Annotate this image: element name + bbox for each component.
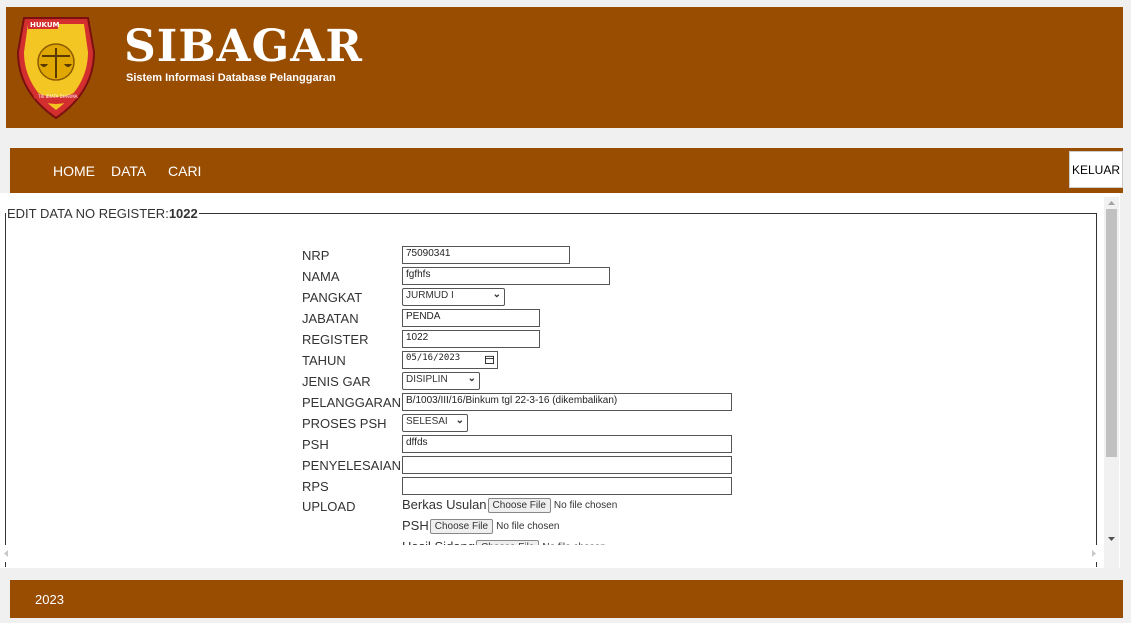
scroll-up-icon[interactable] (1104, 197, 1119, 209)
nama-label: NAMA (302, 269, 340, 284)
jenis-gar-label: JENIS GAR (302, 374, 371, 389)
footer: 2023 (10, 580, 1123, 618)
register-number: 1022 (168, 206, 198, 221)
rps-input[interactable] (402, 477, 732, 495)
tahun-date-input[interactable]: 05/16/2023 (402, 351, 498, 369)
register-label: REGISTER (302, 332, 369, 347)
nav-cari[interactable]: CARI (168, 163, 201, 179)
logo-top-text: HUKUM (30, 21, 60, 29)
chevron-down-icon: ⌄ (492, 289, 501, 300)
rps-label: RPS (302, 479, 329, 494)
proses-psh-select[interactable]: SELESAI ⌄ (402, 414, 468, 432)
edit-fieldset: EDIT DATA NO REGISTER:1022 NRP 75090341 … (5, 206, 1097, 567)
jabatan-input[interactable]: PENDA (402, 309, 540, 327)
vertical-scrollbar[interactable] (1104, 197, 1119, 568)
proses-psh-value: SELESAI (406, 416, 448, 427)
pelanggaran-input[interactable]: B/1003/III/16/Binkum tgl 22-3-16 (dikemb… (402, 393, 732, 411)
content-frame: EDIT DATA NO REGISTER:1022 NRP 75090341 … (0, 193, 1120, 568)
vertical-scroll-thumb[interactable] (1106, 209, 1117, 457)
chevron-down-icon: ⌄ (467, 373, 476, 384)
register-input[interactable]: 1022 (402, 330, 540, 348)
proses-psh-label: PROSES PSH (302, 416, 387, 431)
nav-home[interactable]: HOME (53, 163, 95, 179)
footer-year: 2023 (35, 592, 64, 607)
scroll-left-icon[interactable] (0, 545, 12, 562)
calendar-icon[interactable] (485, 355, 494, 364)
logout-button[interactable]: KELUAR (1069, 151, 1123, 188)
pangkat-select[interactable]: JURMUD I ⌄ (402, 288, 505, 306)
chevron-down-icon: ⌄ (455, 415, 464, 426)
choose-file-button[interactable]: Choose File (487, 498, 551, 514)
nama-input[interactable]: fgfhfs (402, 267, 610, 285)
jenis-gar-select[interactable]: DISIPLIN ⌄ (402, 372, 480, 390)
upload-berkas-usulan: Berkas Usulan Choose File No file chosen (402, 497, 618, 514)
header: HUKUM TRI BRATA DHARMA SIBAGAR Sistem In… (6, 7, 1123, 128)
upload-psh: PSH Choose File No file chosen (402, 518, 560, 535)
choose-file-button[interactable]: Choose File (429, 519, 494, 535)
horizontal-scrollbar[interactable] (0, 545, 1104, 562)
nrp-label: NRP (302, 248, 330, 263)
logo: HUKUM TRI BRATA DHARMA (16, 17, 96, 120)
upload-label: UPLOAD (302, 499, 356, 514)
app-title: SIBAGAR (124, 21, 363, 72)
penyelesaian-label: PENYELESAIAN (302, 458, 401, 473)
logo-bottom-text: TRI BRATA DHARMA (37, 94, 78, 99)
tahun-value: 05/16/2023 (406, 353, 461, 363)
scroll-down-icon[interactable] (1104, 533, 1119, 545)
pelanggaran-label: PELANGGARAN (302, 395, 401, 410)
nrp-input[interactable]: 75090341 (402, 246, 570, 264)
psh-input[interactable]: dffds (402, 435, 732, 453)
upload-item-label: Berkas Usulan (402, 497, 487, 512)
file-status: No file chosen (496, 521, 560, 533)
scroll-right-icon[interactable] (1088, 545, 1100, 562)
penyelesaian-input[interactable] (402, 456, 732, 474)
nav-data[interactable]: DATA (111, 163, 146, 179)
pangkat-value: JURMUD I (406, 290, 454, 301)
form-legend: EDIT DATA NO REGISTER:1022 (6, 206, 199, 221)
psh-label: PSH (302, 437, 329, 452)
file-status: No file chosen (553, 500, 618, 512)
legend-prefix: EDIT DATA NO REGISTER: (7, 206, 169, 221)
pangkat-label: PANGKAT (302, 290, 363, 305)
tahun-label: TAHUN (302, 353, 346, 368)
jenis-gar-value: DISIPLIN (406, 374, 448, 385)
jabatan-label: JABATAN (302, 311, 359, 326)
app-subtitle: Sistem Informasi Database Pelanggaran (126, 72, 336, 84)
upload-item-label: PSH (402, 518, 429, 533)
nav-bar: HOME DATA CARI KELUAR (10, 148, 1123, 193)
